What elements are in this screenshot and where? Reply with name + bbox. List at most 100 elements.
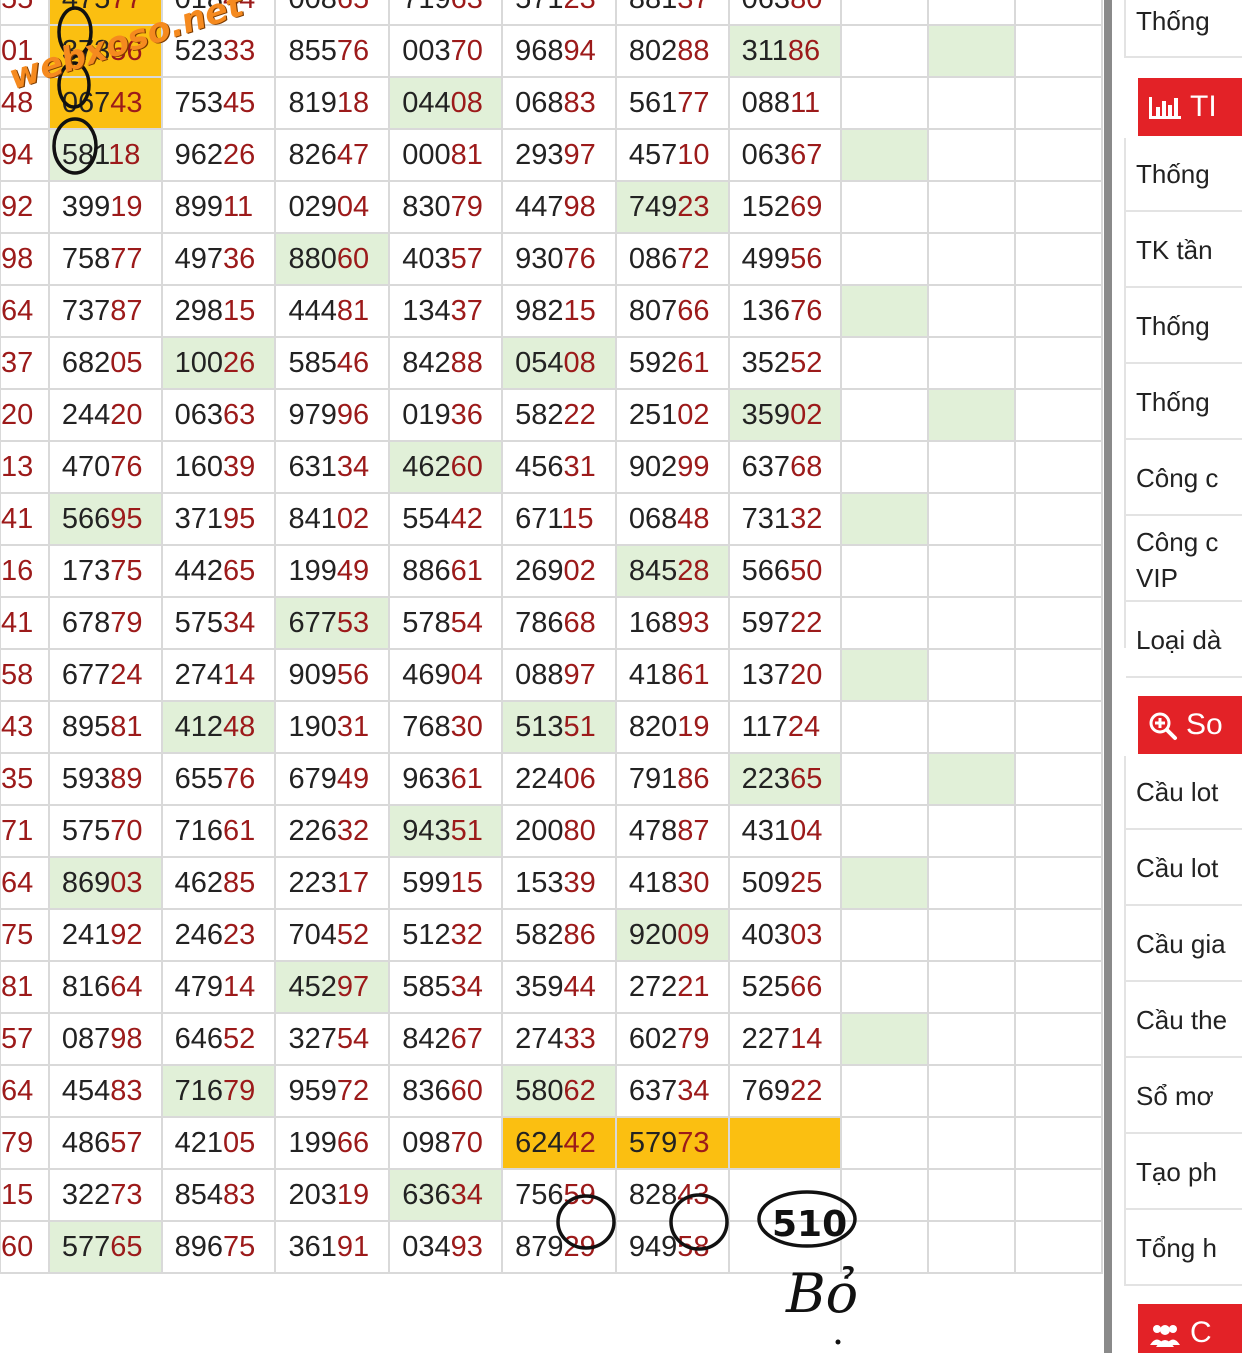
result-cell [1013,1116,1104,1170]
result-cell: 15269 [727,180,843,234]
result-cell [840,128,929,182]
sidebar-link[interactable]: Thống [1126,366,1242,440]
sidebar-link[interactable]: TK tần [1126,214,1242,288]
result-cell [727,1220,843,1274]
sidebar-link[interactable]: Tổng h [1126,1212,1242,1286]
row-tail-cell: 35 [0,752,50,806]
result-number: 89581 [61,710,143,743]
result-number: 08798 [61,1022,143,1055]
result-cell [926,648,1016,702]
table-row: 64 45483 71679 95972 83660 58062 63734 76922 [0,1064,1104,1118]
result-cell [926,1064,1016,1118]
result-cell: 22365 [727,752,843,806]
result-cell: 08672 [614,232,730,286]
table-row: 57 08798 64652 32754 84267 27433 60279 22714 [0,1012,1104,1066]
result-number: 59261 [628,346,710,379]
result-number: 96894 [515,34,596,67]
result-number: 67879 [61,606,143,639]
result-cell: 36191 [274,1220,391,1274]
result-number: 24192 [61,918,143,951]
result-cell: 85576 [274,24,391,78]
result-cell: 32273 [47,1168,163,1222]
result-cell [926,24,1016,78]
row-tail-cell: 43 [0,700,50,754]
result-cell: 76922 [727,1064,843,1118]
sidebar-section-title: TI [1190,90,1217,123]
sidebar-link[interactable]: Loại dà [1126,604,1242,678]
result-cell: 47914 [160,960,277,1014]
sidebar-section-heading-community: C [1138,1304,1242,1353]
sidebar-link[interactable]: Cầu lot [1126,756,1242,830]
result-number: 57534 [174,606,256,639]
result-cell [926,908,1016,962]
result-number: 63734 [628,1074,710,1107]
sidebar-link[interactable]: Tạo ph [1126,1136,1242,1210]
result-cell [1013,856,1104,910]
result-cell: 16893 [614,596,730,650]
result-cell: 57973 [614,1116,730,1170]
result-cell: 48657 [47,1116,163,1170]
sidebar-link[interactable]: Cầu gia [1126,908,1242,982]
result-cell: 58118 [47,128,163,182]
result-number: 13720 [741,658,823,691]
result-number: 97996 [288,398,370,431]
result-number: 15269 [741,190,823,223]
result-cell [1013,336,1104,390]
result-number: 45710 [628,138,710,171]
result-number: 96226 [174,138,256,171]
sidebar-top-item[interactable]: Thống [1124,0,1242,58]
result-cell: 13720 [727,648,843,702]
row-tail-cell: 64 [0,1064,50,1118]
result-number: 59389 [61,762,143,795]
result-cell: 10026 [160,336,277,390]
result-number: 25102 [628,398,710,431]
result-cell: 93076 [501,232,617,286]
scrollbar-divider[interactable] [1104,0,1112,1353]
sidebar-link[interactable]: Cầu the [1126,984,1242,1058]
result-cell [840,960,929,1014]
sidebar-link[interactable]: Thống [1126,138,1242,212]
result-number: 27414 [174,658,256,691]
result-number: 59915 [402,866,483,899]
result-number: 87929 [515,1230,596,1263]
result-cell: 59389 [47,752,163,806]
result-cell: 49956 [727,232,843,286]
result-number: 06848 [628,502,710,535]
table-row: 48 06743 75345 81918 04408 06883 56177 08811 [0,76,1104,130]
row-tail-cell: 81 [0,960,50,1014]
result-number: 83079 [402,190,483,223]
result-number: 76922 [741,1074,823,1107]
result-number: 03493 [402,1230,483,1263]
sidebar-link[interactable]: Công c VIP [1126,518,1242,602]
sidebar-link[interactable]: Thống [1126,290,1242,364]
result-number: 86903 [61,866,143,899]
sidebar-link[interactable]: Cầu lot [1126,832,1242,906]
result-number: 57123 [504,0,596,15]
result-cell [1013,492,1104,546]
result-cell [926,440,1016,494]
result-cell: 70452 [274,908,391,962]
result-cell: 04408 [388,76,504,130]
result-cell: 81918 [274,76,391,130]
row-tail-cell: 57 [0,1012,50,1066]
result-number: 08811 [741,86,821,119]
result-number: 58062 [515,1074,596,1107]
table-row: 75 24192 24623 70452 51232 58286 92009 40303 [0,908,1104,962]
result-cell: 24420 [47,388,163,442]
result-cell [1013,1220,1104,1274]
row-tail-cell: 94 [0,128,50,182]
result-number: 51232 [402,918,483,951]
sidebar-link[interactable]: Công c [1126,442,1242,516]
table-row: 64 86903 46285 22317 59915 15339 41830 50925 [0,856,1104,910]
result-cell: 60279 [614,1012,730,1066]
result-number: 80288 [628,34,710,67]
sidebar: Thống TI Thống TK tần Thống Thống Công c Công… [1112,0,1242,1353]
result-cell: 67879 [47,596,163,650]
result-number: 46285 [174,866,256,899]
result-number: 22406 [515,762,596,795]
result-cell: 17375 [47,544,163,598]
result-cell: 96226 [160,128,277,182]
result-cell: 03493 [388,1220,504,1274]
result-number: 49736 [174,242,256,275]
sidebar-link[interactable]: Sổ mơ [1126,1060,1242,1134]
